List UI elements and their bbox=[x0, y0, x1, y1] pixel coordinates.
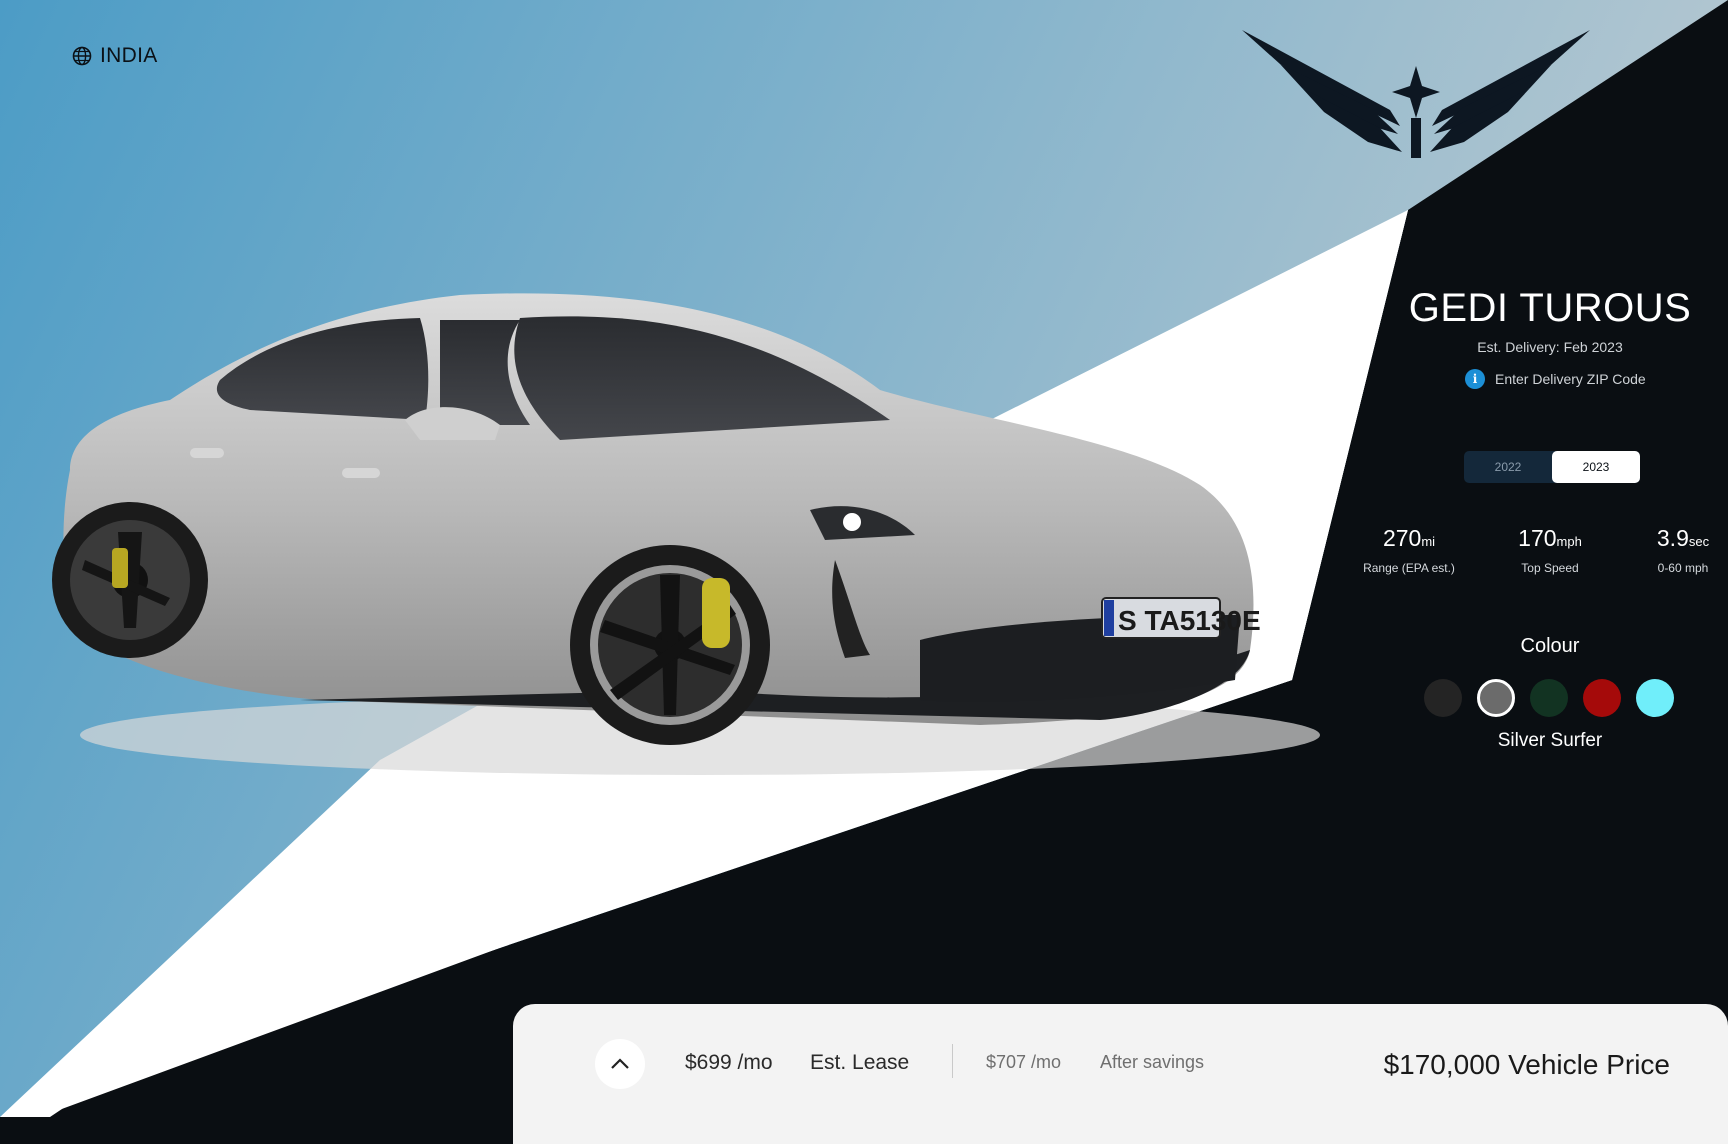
configurator-stage: S TA5130E INDIA GEDI TUROUS Est. Deliver… bbox=[0, 0, 1728, 1144]
expand-pricing-button[interactable] bbox=[595, 1039, 645, 1089]
globe-icon bbox=[72, 46, 92, 66]
chevron-up-icon bbox=[611, 1058, 629, 1069]
colour-heading: Colour bbox=[1520, 635, 1580, 657]
license-plate: S TA5130E bbox=[1118, 605, 1261, 636]
lease-label: Est. Lease bbox=[810, 1051, 910, 1074]
colour-swatch-green[interactable] bbox=[1530, 679, 1568, 717]
colour-swatch-silver[interactable] bbox=[1477, 679, 1515, 717]
savings-price: $707 /mo bbox=[986, 1052, 1062, 1072]
selected-colour-name: Silver Surfer bbox=[1497, 730, 1603, 751]
colour-swatches bbox=[1424, 679, 1694, 721]
winged-star-logo-icon bbox=[1242, 30, 1590, 158]
savings-label: After savings bbox=[1100, 1052, 1205, 1072]
spec-top-speed-label: Top Speed bbox=[1521, 561, 1579, 575]
vehicle-price: $170,000 Vehicle Price bbox=[1383, 1049, 1670, 1080]
zip-code-link[interactable]: i Enter Delivery ZIP Code bbox=[1465, 369, 1646, 389]
model-year-toggle: 2022 2023 bbox=[1464, 451, 1640, 483]
spec-top-speed-unit: mph bbox=[1556, 534, 1582, 549]
spec-row: 270mi Range (EPA est.) 170mph Top Speed … bbox=[1363, 525, 1728, 585]
spec-top-speed-value: 170 bbox=[1518, 525, 1557, 551]
colour-swatch-black[interactable] bbox=[1424, 679, 1462, 717]
vehicle-config-panel: GEDI TUROUS Est. Delivery: Feb 2023 i En… bbox=[1363, 270, 1728, 790]
zip-code-label: Enter Delivery ZIP Code bbox=[1495, 371, 1646, 387]
spec-top-speed: 170mph Top Speed bbox=[1495, 525, 1605, 575]
spec-range-value: 270 bbox=[1382, 525, 1422, 551]
spec-acceleration-value: 3.9 bbox=[1656, 525, 1689, 551]
spec-range-label: Range (EPA est.) bbox=[1363, 561, 1455, 575]
delivery-estimate: Est. Delivery: Feb 2023 bbox=[1477, 339, 1623, 355]
locale-label: INDIA bbox=[100, 44, 158, 67]
spec-range: 270mi Range (EPA est.) bbox=[1354, 525, 1464, 575]
spec-acceleration-unit: sec bbox=[1688, 534, 1710, 549]
year-2022-button[interactable]: 2022 bbox=[1464, 451, 1552, 483]
year-2023-button[interactable]: 2023 bbox=[1552, 451, 1640, 483]
spec-acceleration-label: 0-60 mph bbox=[1657, 561, 1709, 575]
locale-selector[interactable]: INDIA bbox=[72, 44, 158, 68]
vehicle-name: GEDI TUROUS bbox=[1408, 286, 1692, 330]
info-icon: i bbox=[1465, 369, 1485, 389]
colour-swatch-cyan[interactable] bbox=[1636, 679, 1674, 717]
lease-price: $699 /mo bbox=[685, 1051, 773, 1074]
spec-acceleration: 3.9sec 0-60 mph bbox=[1628, 525, 1728, 575]
pricing-divider bbox=[952, 1044, 953, 1078]
spec-range-unit: mi bbox=[1421, 534, 1436, 549]
pricing-bar: $699 /mo Est. Lease $707 /mo After savin… bbox=[513, 1004, 1728, 1144]
colour-swatch-red[interactable] bbox=[1583, 679, 1621, 717]
